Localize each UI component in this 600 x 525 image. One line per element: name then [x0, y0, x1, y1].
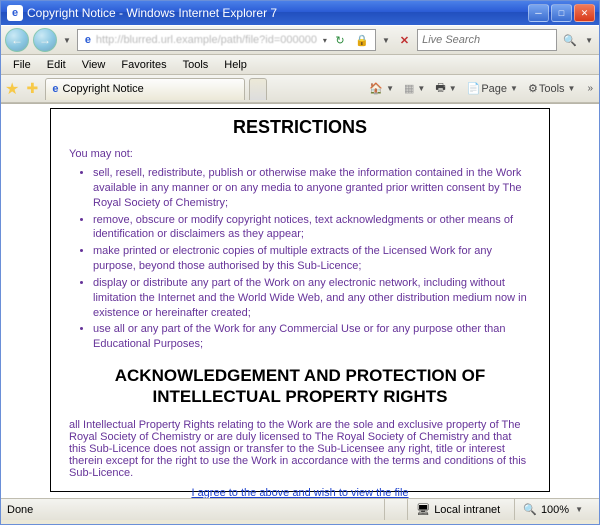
menu-favorites[interactable]: Favorites: [113, 57, 174, 73]
back-button[interactable]: ←: [5, 28, 29, 52]
feeds-button[interactable]: ▦▼: [404, 82, 427, 95]
list-item: remove, obscure or modify copyright noti…: [93, 213, 531, 243]
favorites-star-icon[interactable]: ★: [5, 79, 19, 99]
search-dropdown[interactable]: ▼: [583, 36, 595, 45]
menu-file[interactable]: File: [5, 57, 39, 73]
menu-help[interactable]: Help: [216, 57, 255, 73]
list-item: sell, resell, redistribute, publish or o…: [93, 166, 531, 211]
tab-page-icon: e: [52, 83, 58, 95]
document-body: RESTRICTIONS You may not: sell, resell, …: [50, 108, 550, 492]
home-button[interactable]: 🏠▼: [369, 82, 396, 95]
zoom-icon: 🔍: [523, 503, 537, 516]
search-input[interactable]: [422, 34, 552, 46]
menu-view[interactable]: View: [74, 57, 114, 73]
status-text: Done: [7, 504, 33, 516]
zone-icon: 🖥: [416, 503, 430, 516]
menu-tools[interactable]: Tools: [175, 57, 217, 73]
add-favorite-icon[interactable]: ✚: [23, 80, 41, 98]
nav-history-dropdown[interactable]: ▼: [61, 36, 73, 45]
intro-text: You may not:: [69, 148, 531, 160]
zoom-control[interactable]: 🔍 100% ▼: [514, 499, 593, 520]
maximize-button[interactable]: □: [551, 4, 572, 22]
zone-label: Local intranet: [434, 504, 500, 516]
security-zone[interactable]: 🖥 Local intranet: [407, 499, 508, 520]
list-item: make printed or electronic copies of mul…: [93, 244, 531, 274]
zoom-dropdown[interactable]: ▼: [573, 505, 585, 514]
refresh-dropdown[interactable]: ▼: [380, 36, 392, 45]
menubar: File Edit View Favorites Tools Help: [1, 55, 599, 75]
heading-acknowledgement: ACKNOWLEDGEMENT AND PROTECTION OF INTELL…: [69, 366, 531, 407]
page-menu[interactable]: 📄 Page▼: [467, 82, 520, 95]
minimize-button[interactable]: ─: [528, 4, 549, 22]
restrictions-list: sell, resell, redistribute, publish or o…: [93, 166, 531, 352]
tab-active[interactable]: e Copyright Notice: [45, 78, 245, 100]
acknowledgement-text: all Intellectual Property Rights relatin…: [69, 419, 531, 479]
tools-menu[interactable]: ⚙ Tools▼: [528, 82, 577, 95]
list-item: display or distribute any part of the Wo…: [93, 276, 531, 321]
page-icon: e: [80, 32, 96, 48]
search-button[interactable]: 🔍: [561, 31, 579, 49]
lock-icon: 🔒: [351, 29, 373, 51]
go-refresh-button[interactable]: ↻: [329, 29, 351, 51]
toolbar-chevron[interactable]: »: [585, 83, 595, 94]
search-box[interactable]: [417, 29, 557, 51]
stop-button[interactable]: ✕: [396, 34, 413, 47]
close-button[interactable]: ✕: [574, 4, 595, 22]
forward-button[interactable]: →: [33, 28, 57, 52]
statusbar: Done 🖥 Local intranet 🔍 100% ▼: [1, 498, 599, 520]
list-item: use all or any part of the Work for any …: [93, 322, 531, 352]
zoom-value: 100%: [541, 504, 569, 516]
agree-link[interactable]: I agree to the above and wish to view th…: [69, 487, 531, 498]
titlebar: e Copyright Notice - Windows Internet Ex…: [1, 1, 599, 25]
tab-title: Copyright Notice: [62, 83, 143, 95]
window-title: Copyright Notice - Windows Internet Expl…: [27, 6, 528, 20]
print-button[interactable]: 🖶▼: [435, 79, 458, 98]
address-url: http://blurred.url.example/path/file?id=…: [96, 34, 321, 46]
address-bar[interactable]: e http://blurred.url.example/path/file?i…: [77, 29, 376, 51]
new-tab-button[interactable]: [249, 78, 267, 100]
heading-restrictions: RESTRICTIONS: [69, 117, 531, 138]
address-dropdown[interactable]: ▾: [321, 36, 329, 45]
content-viewport: RESTRICTIONS You may not: sell, resell, …: [1, 103, 599, 498]
ie-icon: e: [7, 5, 23, 21]
menu-edit[interactable]: Edit: [39, 57, 74, 73]
status-pane-empty: [384, 499, 401, 520]
nav-toolbar: ← → ▼ e http://blurred.url.example/path/…: [1, 25, 599, 55]
tab-toolbar: ★ ✚ e Copyright Notice 🏠▼ ▦▼ 🖶▼ 📄 Page▼ …: [1, 75, 599, 103]
